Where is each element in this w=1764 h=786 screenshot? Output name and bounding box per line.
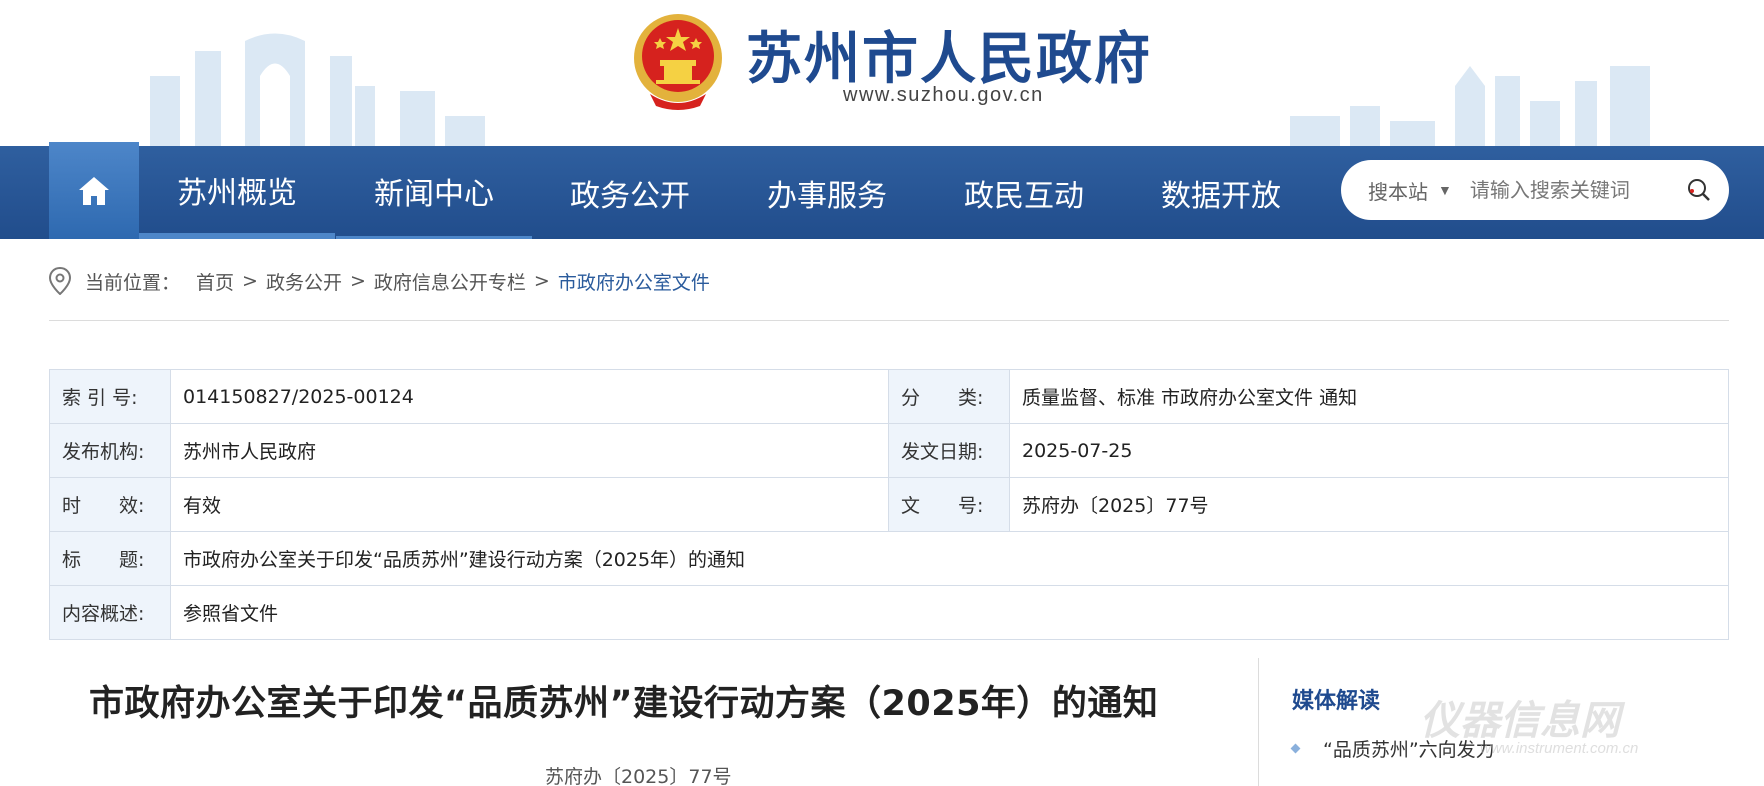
validity-value: 有效 <box>170 477 889 532</box>
validity-label: 时 效: <box>49 477 171 532</box>
site-title[interactable]: 苏州市人民政府 <box>746 14 1152 95</box>
breadcrumb-info-disclosure[interactable]: 政府信息公开专栏 <box>374 268 526 295</box>
watermark-subtext: www.instrument.com.cn <box>1480 740 1639 757</box>
nav-item-suzhou-overview[interactable]: 苏州概览 <box>139 146 335 239</box>
site-url[interactable]: www.suzhou.gov.cn <box>843 84 1044 107</box>
index-value: 014150827/2025-00124 <box>170 369 889 424</box>
breadcrumb: 当前位置： 首页 > 政务公开 > 政府信息公开专栏 > 市政府办公室文件 <box>49 266 710 296</box>
docno-label: 文 号: <box>888 477 1010 532</box>
watermark-text: 仪器信息网 <box>1420 698 1620 744</box>
docno-value: 苏府办〔2025〕77号 <box>1009 477 1729 532</box>
breadcrumb-separator: > <box>349 270 366 292</box>
index-label: 索 引 号: <box>49 369 171 424</box>
title-value: 市政府办公室关于印发“品质苏州”建设行动方案（2025年）的通知 <box>170 531 1729 586</box>
skyline-right-decoration <box>1290 66 1650 146</box>
summary-label: 内容概述: <box>49 585 171 640</box>
date-value: 2025-07-25 <box>1009 423 1729 478</box>
site-header: 苏州市人民政府 www.suzhou.gov.cn <box>0 0 1764 146</box>
table-row: 标 题: 市政府办公室关于印发“品质苏州”建设行动方案（2025年）的通知 <box>49 531 1729 586</box>
table-row: 索 引 号: 014150827/2025-00124 分 类: 质量监督、标准… <box>49 369 1729 424</box>
skyline-left-decoration <box>150 33 485 146</box>
breadcrumb-divider <box>49 320 1729 321</box>
category-label: 分 类: <box>888 369 1010 424</box>
table-row: 发布机构: 苏州市人民政府 发文日期: 2025-07-25 <box>49 423 1729 478</box>
nav-item-government-affairs[interactable]: 政务公开 <box>532 146 728 239</box>
publisher-label: 发布机构: <box>49 423 171 478</box>
nav-item-interaction[interactable]: 政民互动 <box>926 146 1122 239</box>
home-icon <box>79 176 109 205</box>
table-row: 内容概述: 参照省文件 <box>49 585 1729 640</box>
nav-item-news-center[interactable]: 新闻中心 <box>336 146 532 239</box>
search-icon[interactable] <box>1687 178 1711 202</box>
table-row: 时 效: 有效 文 号: 苏府办〔2025〕77号 <box>49 477 1729 532</box>
breadcrumb-separator: > <box>533 270 550 292</box>
breadcrumb-government-affairs[interactable]: 政务公开 <box>266 268 342 295</box>
publisher-value: 苏州市人民政府 <box>170 423 889 478</box>
breadcrumb-current[interactable]: 市政府办公室文件 <box>558 268 710 295</box>
article-doc-number: 苏府办〔2025〕77号 <box>545 766 732 786</box>
media-interpretation-heading: 媒体解读 <box>1292 689 1381 714</box>
title-label: 标 题: <box>49 531 171 586</box>
search-box: 搜本站 ▼ <box>1341 160 1729 220</box>
caret-down-icon[interactable]: ▼ <box>1438 182 1452 198</box>
article-title: 市政府办公室关于印发“品质苏州”建设行动方案（2025年）的通知 <box>89 684 1159 724</box>
location-pin-icon <box>49 267 71 295</box>
document-info-table: 索 引 号: 014150827/2025-00124 分 类: 质量监督、标准… <box>49 369 1729 640</box>
search-input[interactable] <box>1469 178 1680 202</box>
nav-item-services[interactable]: 办事服务 <box>729 146 925 239</box>
breadcrumb-home[interactable]: 首页 <box>196 268 234 295</box>
summary-value: 参照省文件 <box>170 585 1729 640</box>
home-button[interactable] <box>49 142 139 239</box>
bullet-diamond-icon <box>1290 743 1301 754</box>
category-value: 质量监督、标准 市政府办公室文件 通知 <box>1009 369 1729 424</box>
national-emblem-icon <box>634 14 722 110</box>
date-label: 发文日期: <box>888 423 1010 478</box>
search-scope-select[interactable]: 搜本站 <box>1368 176 1428 205</box>
main-nav: 苏州概览 新闻中心 政务公开 办事服务 政民互动 数据开放 搜本站 ▼ <box>0 142 1764 239</box>
nav-item-open-data[interactable]: 数据开放 <box>1123 146 1319 239</box>
breadcrumb-separator: > <box>242 270 258 292</box>
column-divider <box>1258 658 1259 786</box>
breadcrumb-prefix: 当前位置： <box>85 271 181 294</box>
